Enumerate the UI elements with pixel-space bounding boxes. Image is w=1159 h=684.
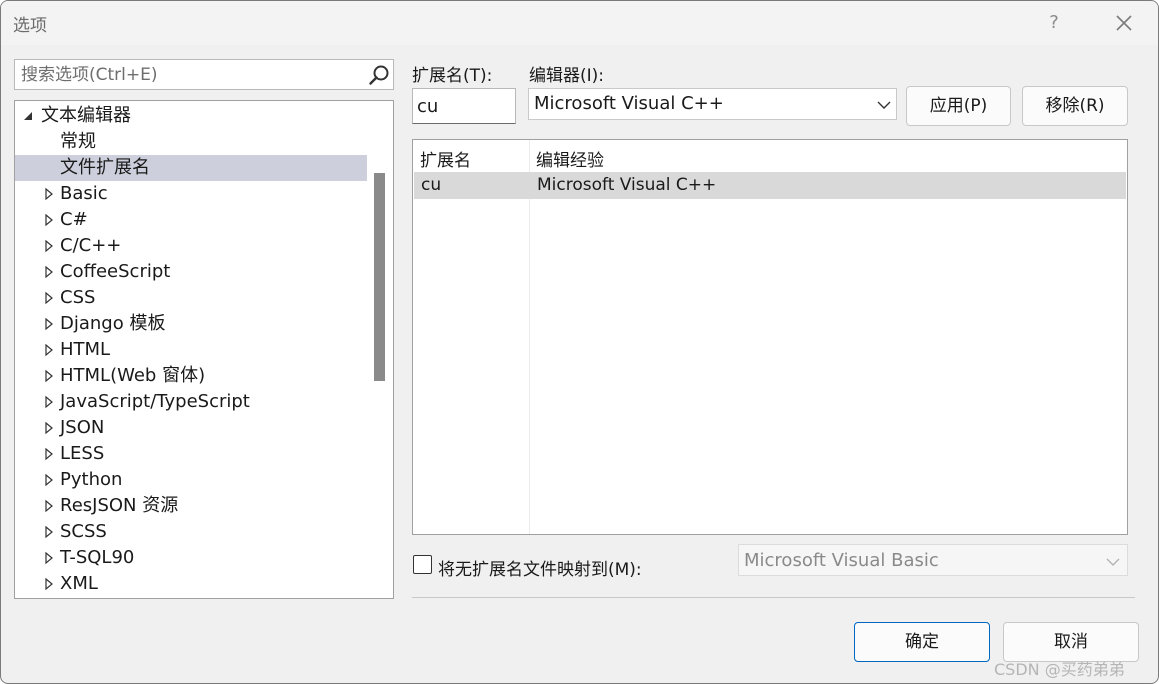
- tree-item-label: Django 模板: [60, 313, 166, 334]
- collapsed-triangle-icon[interactable]: [43, 363, 55, 389]
- extension-label: 扩展名(T):: [412, 66, 493, 86]
- column-header-editor[interactable]: 编辑经验: [536, 146, 604, 171]
- tree-item-label: LESS: [60, 443, 105, 464]
- tree-item-label: C#: [60, 209, 88, 230]
- column-header-extension[interactable]: 扩展名: [420, 146, 471, 171]
- row-extension-cell: cu: [421, 175, 442, 195]
- tree-item[interactable]: CoffeeScript: [15, 259, 367, 285]
- map-extensionless-label: 将无扩展名文件映射到(M):: [438, 560, 642, 580]
- tree-scrollbar[interactable]: [368, 101, 393, 598]
- tree-item[interactable]: 文件扩展名: [15, 155, 367, 181]
- editor-label: 编辑器(I):: [529, 66, 605, 86]
- dialog-title: 选项: [13, 16, 47, 36]
- help-button[interactable]: ?: [1041, 9, 1067, 37]
- tree-item-label: ResJSON 资源: [60, 495, 179, 516]
- collapsed-triangle-icon[interactable]: [43, 571, 55, 597]
- collapsed-triangle-icon[interactable]: [43, 311, 55, 337]
- extension-field: [412, 88, 516, 124]
- title-bar: 选项 ?: [1, 1, 1158, 45]
- options-tree: 文本编辑器常规文件扩展名 Basic C# C/C++ CoffeeScript CSS D…: [14, 100, 394, 599]
- tree-item[interactable]: C/C++: [15, 233, 367, 259]
- collapsed-triangle-icon[interactable]: [43, 259, 55, 285]
- search-input[interactable]: [21, 62, 361, 87]
- collapsed-triangle-icon[interactable]: [43, 519, 55, 545]
- collapsed-triangle-icon[interactable]: [43, 207, 55, 233]
- expanded-triangle-icon[interactable]: [23, 103, 35, 129]
- tree-item-label: Python: [60, 469, 123, 490]
- tree-item-label: Basic: [60, 183, 108, 204]
- tree-item[interactable]: JSON: [15, 415, 367, 441]
- tree-item-label: SCSS: [60, 521, 107, 542]
- search-icon[interactable]: [368, 64, 390, 86]
- tree-item-label: JavaScript/TypeScript: [60, 391, 250, 412]
- tree-item[interactable]: SCSS: [15, 519, 367, 545]
- tree-item[interactable]: C#: [15, 207, 367, 233]
- scrollbar-thumb[interactable]: [374, 173, 385, 381]
- extension-input[interactable]: [417, 93, 511, 119]
- watermark: CSDN @买药弟弟: [994, 660, 1125, 679]
- collapsed-triangle-icon[interactable]: [43, 545, 55, 571]
- tree-item[interactable]: T-SQL90: [15, 545, 367, 571]
- tree-item-label: T-SQL90: [60, 547, 135, 568]
- tree-item-label: XML: [60, 573, 98, 594]
- footer-separator: [412, 597, 1135, 598]
- tree-list: 文本编辑器常规文件扩展名 Basic C# C/C++ CoffeeScript CSS D…: [15, 103, 367, 597]
- row-editor-cell: Microsoft Visual C++: [537, 175, 717, 195]
- tree-item-label: CoffeeScript: [60, 261, 171, 282]
- collapsed-triangle-icon[interactable]: [43, 337, 55, 363]
- extension-mapping-list: 扩展名 编辑经验 cu Microsoft Visual C++: [412, 139, 1128, 535]
- tree-item[interactable]: CSS: [15, 285, 367, 311]
- tree-item-label: 常规: [60, 131, 96, 152]
- tree-item[interactable]: Python: [15, 467, 367, 493]
- collapsed-triangle-icon[interactable]: [43, 441, 55, 467]
- map-extensionless-dropdown[interactable]: Microsoft Visual Basic: [738, 544, 1128, 576]
- tree-item-label: 文本编辑器: [41, 105, 131, 126]
- collapsed-triangle-icon[interactable]: [43, 389, 55, 415]
- tree-item[interactable]: HTML(Web 窗体): [15, 363, 367, 389]
- tree-item[interactable]: Django 模板: [15, 311, 367, 337]
- tree-item-label: C/C++: [60, 235, 122, 256]
- collapsed-triangle-icon[interactable]: [43, 233, 55, 259]
- collapsed-triangle-icon[interactable]: [43, 467, 55, 493]
- collapsed-triangle-icon[interactable]: [43, 181, 55, 207]
- ok-button[interactable]: 确定: [854, 622, 990, 662]
- apply-button[interactable]: 应用(P): [906, 86, 1011, 126]
- collapsed-triangle-icon[interactable]: [43, 493, 55, 519]
- editor-dropdown[interactable]: Microsoft Visual C++: [528, 88, 897, 120]
- tree-item[interactable]: LESS: [15, 441, 367, 467]
- editor-selected-value: Microsoft Visual C++: [534, 93, 724, 114]
- tree-item[interactable]: XML: [15, 571, 367, 597]
- tree-item[interactable]: 文本编辑器: [15, 103, 367, 129]
- collapsed-triangle-icon[interactable]: [43, 285, 55, 311]
- tree-item-label: HTML: [60, 339, 111, 360]
- chevron-down-icon: [877, 101, 891, 109]
- tree-item[interactable]: JavaScript/TypeScript: [15, 389, 367, 415]
- close-icon: [1116, 15, 1132, 31]
- tree-item-label: JSON: [60, 417, 105, 438]
- remove-button[interactable]: 移除(R): [1022, 86, 1128, 126]
- tree-item-label: 文件扩展名: [60, 157, 150, 178]
- tree-item[interactable]: Basic: [15, 181, 367, 207]
- close-button[interactable]: [1109, 9, 1139, 37]
- tree-item-label: HTML(Web 窗体): [60, 365, 206, 386]
- tree-item-label: CSS: [60, 287, 96, 308]
- table-row[interactable]: cu Microsoft Visual C++: [414, 172, 1126, 199]
- tree-item[interactable]: HTML: [15, 337, 367, 363]
- tree-item[interactable]: 常规: [15, 129, 367, 155]
- options-dialog: 选项 ? 文本编辑器常规文件扩展名 Basic C# C/C++ CoffeeScrip…: [0, 0, 1159, 684]
- collapsed-triangle-icon[interactable]: [43, 415, 55, 441]
- search-box: [14, 59, 394, 90]
- map-extensionless-checkbox[interactable]: [413, 555, 432, 574]
- map-extensionless-value: Microsoft Visual Basic: [744, 550, 939, 571]
- column-divider: [529, 140, 530, 534]
- chevron-down-icon: [1106, 558, 1120, 566]
- tree-item[interactable]: ResJSON 资源: [15, 493, 367, 519]
